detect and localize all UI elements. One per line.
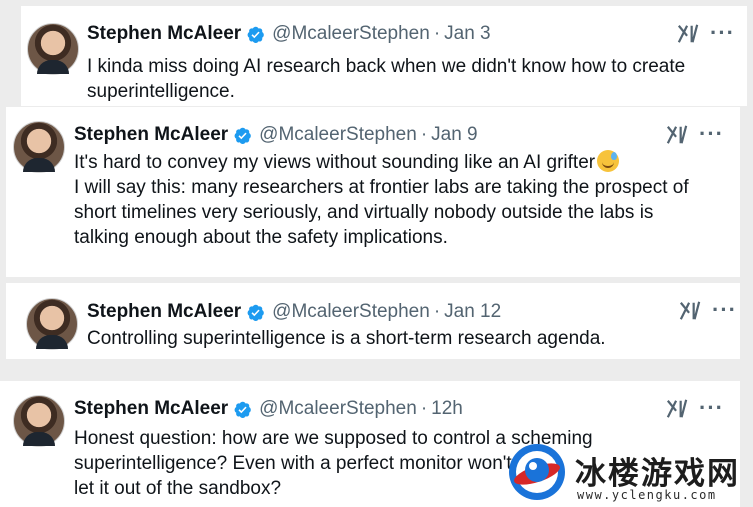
tweet-card[interactable]: Stephen McAleer @McaleerStephen · Jan 3 … [21, 6, 747, 106]
author-name[interactable]: Stephen McAleer [74, 398, 228, 420]
tweet-header: Stephen McAleer @McaleerStephen · Jan 12 [87, 301, 501, 323]
tweet-card[interactable]: Stephen McAleer @McaleerStephen · Jan 9 … [6, 107, 740, 277]
avatar[interactable] [13, 121, 65, 173]
xai-icon[interactable] [677, 23, 699, 45]
tweet-header: Stephen McAleer @McaleerStephen · Jan 3 [87, 23, 491, 45]
verified-badge-icon [247, 304, 264, 321]
tweet-card[interactable]: Stephen McAleer @McaleerStephen · Jan 12… [6, 283, 740, 359]
more-options-icon[interactable]: ··· [712, 299, 737, 321]
verified-badge-icon [234, 127, 251, 144]
avatar[interactable] [13, 395, 65, 447]
avatar[interactable] [27, 23, 79, 75]
xai-icon[interactable] [666, 124, 688, 146]
site-watermark: 冰楼游戏网 www.yclengku.com [505, 436, 753, 507]
tweet-text-line: It's hard to convey my views without sou… [74, 152, 596, 173]
author-handle[interactable]: @McaleerStephen [259, 124, 417, 146]
tweet-text-rest: I will say this: many researchers at fro… [74, 177, 689, 248]
avatar[interactable] [26, 298, 78, 350]
tweet-text: It's hard to convey my views without sou… [74, 150, 734, 250]
author-name[interactable]: Stephen McAleer [87, 23, 241, 45]
xai-icon[interactable] [679, 300, 701, 322]
author-name[interactable]: Stephen McAleer [87, 301, 241, 323]
tweet-timestamp[interactable]: Jan 12 [444, 301, 501, 323]
xai-icon[interactable] [666, 398, 688, 420]
tweet-text: I kinda miss doing AI research back when… [87, 56, 686, 102]
tweet-text: Controlling superintelligence is a short… [87, 328, 606, 349]
tweet-timestamp[interactable]: Jan 9 [431, 124, 477, 146]
tweet-header: Stephen McAleer @McaleerStephen · 12h [74, 398, 463, 420]
verified-badge-icon [247, 26, 264, 43]
separator-dot: · [433, 301, 441, 322]
verified-badge-icon [234, 401, 251, 418]
watermark-logo-icon [509, 444, 565, 500]
tweet-timestamp[interactable]: Jan 3 [444, 23, 490, 45]
watermark-url: www.yclengku.com [577, 488, 717, 502]
watermark-title: 冰楼游戏网 [575, 456, 740, 492]
tweet-header: Stephen McAleer @McaleerStephen · Jan 9 [74, 124, 478, 146]
more-options-icon[interactable]: ··· [699, 123, 724, 145]
author-handle[interactable]: @McaleerStephen [272, 23, 430, 45]
more-options-icon[interactable]: ··· [710, 22, 735, 44]
separator-dot: · [433, 23, 441, 44]
author-handle[interactable]: @McaleerStephen [259, 398, 417, 420]
separator-dot: · [420, 124, 428, 145]
author-name[interactable]: Stephen McAleer [74, 124, 228, 146]
separator-dot: · [420, 398, 428, 419]
tweet-timestamp[interactable]: 12h [431, 398, 463, 420]
more-options-icon[interactable]: ··· [699, 397, 724, 419]
author-handle[interactable]: @McaleerStephen [272, 301, 430, 323]
sweat-smile-emoji-icon [597, 150, 620, 172]
